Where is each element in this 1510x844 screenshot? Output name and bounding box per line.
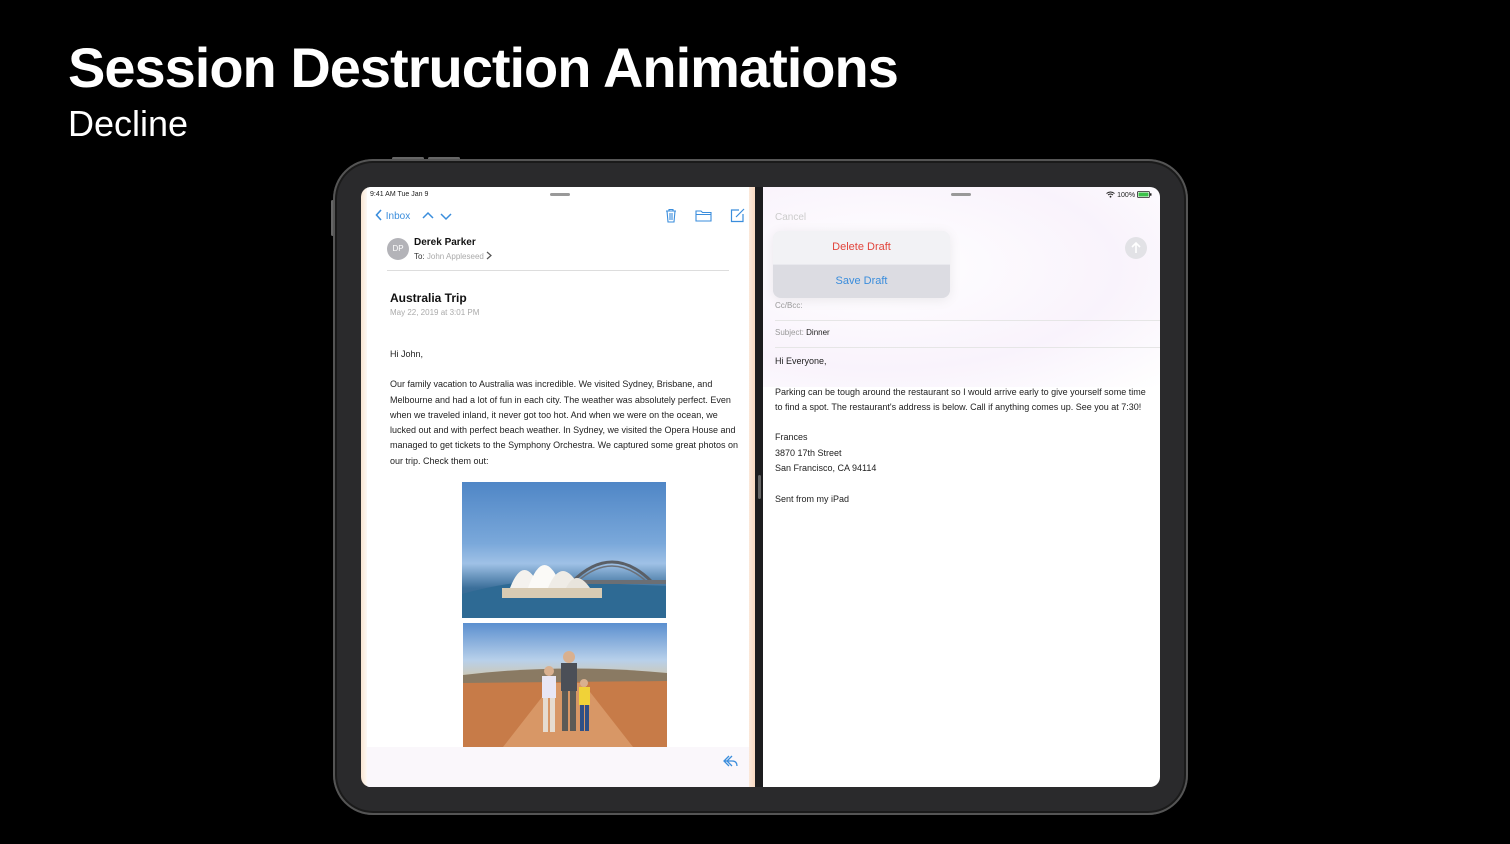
trash-icon[interactable] (665, 208, 677, 223)
arrow-up-icon (1131, 241, 1141, 253)
message-body: Hi John, Our family vacation to Australi… (390, 347, 745, 484)
message-subject: Australia Trip (390, 291, 467, 305)
divider (387, 270, 729, 271)
divider (775, 320, 1160, 321)
chevron-down-icon[interactable] (440, 211, 452, 221)
status-indicators: 100% (1106, 191, 1152, 199)
inbox-back-button[interactable]: Inbox (375, 209, 410, 222)
compose-pane: 100% Cancel Delete Draft Save Draft Cc/B… (763, 187, 1160, 787)
outback-illustration (463, 651, 667, 747)
chevron-left-icon (375, 209, 382, 221)
folder-icon[interactable] (695, 209, 712, 222)
sender-name[interactable]: Derek Parker (414, 237, 476, 248)
status-time: 9:41 AM Tue Jan 9 (370, 191, 429, 198)
opera-house-photo[interactable] (462, 482, 666, 618)
slide-subtitle: Decline (68, 103, 189, 144)
slide-title: Session Destruction Animations (68, 36, 899, 99)
cc-bcc-field[interactable]: Cc/Bcc: (775, 301, 803, 310)
bottom-toolbar (367, 747, 749, 787)
subject-label: Subject: (775, 328, 804, 337)
save-draft-button[interactable]: Save Draft (773, 265, 950, 298)
window-grabber[interactable] (550, 193, 570, 196)
inbox-back-label: Inbox (385, 211, 411, 222)
reply-icon[interactable] (722, 754, 739, 768)
message-paragraph: Our family vacation to Australia was inc… (390, 379, 739, 466)
message-greeting: Hi John, (390, 349, 424, 359)
divider (775, 347, 1160, 348)
ipad-screen: 9:41 AM Tue Jan 9 Inbox DP Derek Parker … (361, 187, 1160, 787)
chevron-up-icon[interactable] (422, 211, 434, 221)
compose-icon[interactable] (730, 208, 745, 223)
split-view-handle[interactable] (758, 475, 761, 499)
cc-bcc-label: Cc/Bcc: (775, 301, 803, 310)
battery-percent: 100% (1117, 192, 1136, 199)
opera-house-illustration (462, 560, 666, 618)
cancel-button[interactable]: Cancel (775, 212, 806, 223)
chevron-right-icon (486, 251, 492, 260)
compose-city: San Francisco, CA 94114 (775, 463, 877, 474)
subject-value: Dinner (806, 328, 830, 337)
compose-street: 3870 17th Street (775, 447, 842, 458)
send-button[interactable] (1125, 237, 1147, 259)
mail-message-pane: 9:41 AM Tue Jan 9 Inbox DP Derek Parker … (361, 187, 755, 787)
wifi-icon (1106, 191, 1115, 198)
compose-signature: Sent from my iPad (775, 493, 850, 504)
compose-paragraph: Parking can be tough around the restaura… (775, 386, 1146, 412)
recipient-name: John Appleseed (426, 252, 484, 261)
compose-name: Frances (775, 432, 808, 443)
to-label: To: (414, 252, 425, 261)
compose-body[interactable]: Hi Everyone, Parking can be tough around… (775, 354, 1155, 522)
window-grabber[interactable] (951, 193, 971, 196)
outback-family-photo[interactable] (463, 623, 667, 747)
battery-icon (1137, 191, 1152, 198)
subject-field[interactable]: Subject: Dinner (775, 328, 830, 337)
sender-avatar: DP (387, 238, 409, 260)
delete-draft-button[interactable]: Delete Draft (773, 231, 950, 264)
draft-action-popover: Delete Draft Save Draft (773, 231, 950, 298)
recipient-line[interactable]: To: John Appleseed (414, 251, 492, 261)
compose-greeting: Hi Everyone, (775, 356, 827, 366)
message-date: May 22, 2019 at 3:01 PM (390, 308, 480, 317)
